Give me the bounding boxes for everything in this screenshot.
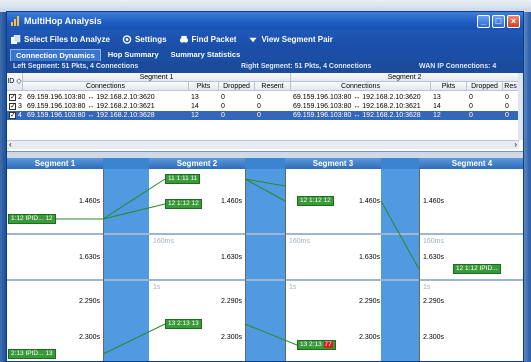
scroll-right-arrow-icon[interactable]: › [514, 140, 517, 149]
row-checkbox[interactable]: ✓ [9, 94, 16, 101]
table-row-selected[interactable]: ✓ 4 69.159.196.103:80 ↔ 192.168.2.10:362… [7, 111, 519, 120]
table-row[interactable]: ✓ 2 69.159.196.103:80 ↔ 192.168.2.10:362… [7, 93, 519, 102]
row-pkts2: 12 [433, 112, 441, 119]
connection-diagram: Segment 1 Segment 2 Segment 3 Segment 4 … [7, 158, 523, 361]
row-dropped1: 0 [221, 94, 225, 101]
row-connection1: 69.159.196.103:80 ↔ 192.168.2.10:3628 [27, 112, 155, 119]
gear-icon [122, 34, 132, 44]
row-id: 3 [18, 103, 22, 110]
row-dropped2: 0 [469, 94, 473, 101]
row-pkts2: 14 [433, 103, 441, 110]
table-horizontal-scrollbar[interactable]: ‹ › [7, 140, 519, 149]
packet-flow-lines [47, 178, 420, 355]
packet-marker[interactable]: 12 1:12 12 [165, 199, 202, 209]
find-packet-button[interactable]: Find Packet [179, 34, 237, 44]
close-button[interactable]: × [507, 14, 520, 28]
title-bar[interactable]: MultiHop Analysis _ □ × [7, 12, 523, 30]
desktop-right-edge [524, 12, 531, 362]
segment-info-bar: Left Segment: 51 Pkts, 4 Connections Rig… [7, 61, 523, 73]
bars-app-icon [11, 16, 21, 26]
row-resent2: 0 [505, 94, 509, 101]
left-segment-info: Left Segment: 51 Pkts, 4 Connections [13, 63, 139, 70]
tab-summary-statistics[interactable]: Summary Statistics [166, 49, 246, 61]
select-files-label: Select Files to Analyze [24, 34, 110, 44]
packet-label: 13 2:13 [300, 341, 322, 348]
segment2-header: Segment 2 [291, 73, 519, 82]
row-dropped2: 0 [469, 103, 473, 110]
tab-strip: Connection Dynamics Hop Summary Summary … [7, 48, 523, 61]
segment1-header: Segment 1 [23, 73, 291, 82]
row-connection2: 69.159.196.103:80 ↔ 192.168.2.10:3628 [293, 112, 421, 119]
row-pkts1: 14 [191, 103, 199, 110]
connections1-header[interactable]: Connections [23, 82, 189, 91]
row-dropped1: 0 [221, 103, 225, 110]
row-resent1: 0 [257, 94, 261, 101]
connections2-header[interactable]: Connections [291, 82, 431, 91]
row-pkts1: 12 [191, 112, 199, 119]
wan-connections-info: WAN IP Connections: 4 [419, 63, 497, 70]
row-dropped1: 0 [221, 112, 225, 119]
binoculars-icon [179, 35, 188, 43]
view-segment-pair-button[interactable]: View Segment Pair [248, 34, 333, 44]
table-row[interactable]: ✓ 3 69.159.196.103:80 ↔ 192.168.2.10:362… [7, 102, 519, 111]
right-segment-info: Right Segment: 51 Pkts, 4 Connections [241, 63, 372, 70]
row-id: 2 [18, 94, 22, 101]
row-pkts1: 13 [191, 94, 199, 101]
settings-label: Settings [134, 34, 167, 44]
window-title: MultiHop Analysis [24, 16, 102, 26]
row-resent1: 0 [257, 112, 261, 119]
resent1-header[interactable]: Resent [255, 82, 291, 91]
settings-button[interactable]: Settings [122, 35, 167, 44]
row-connection2: 69.159.196.103:80 ↔ 192.168.2.10:3620 [293, 94, 421, 101]
row-connection1: 69.159.196.103:80 ↔ 192.168.2.10:3620 [27, 94, 155, 101]
row-checkbox[interactable]: ✓ [9, 112, 16, 119]
select-files-button[interactable]: Select Files to Analyze [11, 34, 110, 44]
scroll-left-arrow-icon[interactable]: ‹ [9, 140, 12, 149]
dropdown-arrow-icon [249, 37, 258, 42]
row-resent2: 0 [505, 112, 509, 119]
packet-marker[interactable]: 2:13 IPID... 13 [8, 349, 56, 359]
packet-marker[interactable]: 1:12 IPID... 12 [8, 214, 56, 224]
resent2-header[interactable]: Res [503, 82, 519, 91]
maximize-button[interactable]: □ [492, 14, 505, 28]
row-connection1: 69.159.196.103:80 ↔ 192.168.2.10:3621 [27, 103, 155, 110]
row-dropped2: 0 [469, 112, 473, 119]
row-checkbox[interactable]: ✓ [9, 103, 16, 110]
row-connection2: 69.159.196.103:80 ↔ 192.168.2.10:3621 [293, 103, 421, 110]
packet-marker[interactable]: 12 1:12 IPID... [453, 264, 501, 274]
connections-table: ID ◇ Segment 1 Segment 2 Connections Pkt… [7, 73, 523, 152]
packet-marker[interactable]: 11 1:11 11 [165, 174, 201, 184]
dropped1-header[interactable]: Dropped [219, 82, 255, 91]
packet-marker[interactable]: 12 1:12 12 [297, 196, 334, 206]
id-header[interactable]: ID ◇ [7, 73, 23, 91]
tab-hop-summary[interactable]: Hop Summary [103, 49, 164, 61]
toolbar: Select Files to Analyze Settings Find Pa… [7, 30, 523, 48]
dropped2-header[interactable]: Dropped [467, 82, 503, 91]
find-packet-label: Find Packet [191, 34, 237, 44]
tab-connection-dynamics[interactable]: Connection Dynamics [10, 49, 101, 61]
view-segment-pair-label: View Segment Pair [261, 34, 333, 44]
multihop-window: MultiHop Analysis _ □ × Select Files to … [6, 11, 524, 362]
row-resent1: 0 [257, 103, 261, 110]
drop-badge: 77 [323, 341, 333, 348]
packet-marker[interactable]: 13 2:13 13 [165, 319, 202, 329]
row-id: 4 [18, 112, 22, 119]
row-pkts2: 13 [433, 94, 441, 101]
packet-marker-dropped[interactable]: 13 2:13 77 [297, 340, 336, 350]
table-vertical-scrollbar[interactable] [518, 73, 523, 140]
id-header-label: ID [7, 78, 15, 85]
row-resent2: 0 [505, 103, 509, 110]
pkts1-header[interactable]: Pkts [189, 82, 219, 91]
pkts2-header[interactable]: Pkts [431, 82, 467, 91]
minimize-button[interactable]: _ [477, 14, 490, 28]
files-icon [11, 34, 21, 44]
